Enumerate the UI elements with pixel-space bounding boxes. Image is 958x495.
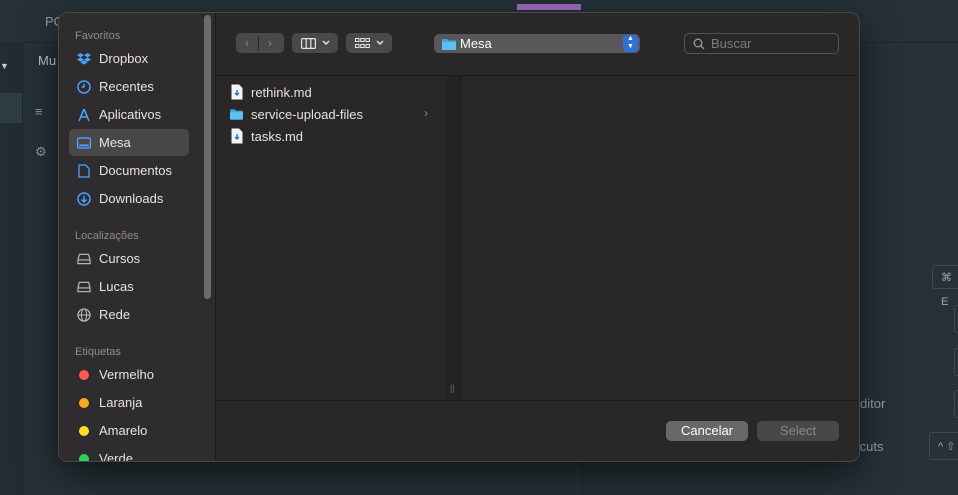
- file-name: rethink.md: [251, 84, 312, 100]
- yellow-tag-dot: [79, 425, 89, 436]
- select-button[interactable]: Select: [757, 421, 839, 441]
- sidebar-item-label: Recentes: [99, 79, 154, 94]
- dialog-sidebar: Favoritos Dropbox Recentes Aplicativos M…: [59, 13, 216, 461]
- background-setting-label: ditor: [860, 396, 886, 411]
- background-side-label: Mu: [38, 53, 57, 68]
- search-placeholder: Buscar: [711, 36, 752, 51]
- sidebar-item-tag-vermelho[interactable]: Vermelho: [69, 361, 189, 388]
- group-by-button[interactable]: [346, 33, 392, 53]
- desktop-icon: [77, 136, 91, 150]
- clock-icon: [77, 79, 91, 94]
- sidebar-item-tag-verde[interactable]: Verde: [69, 445, 189, 462]
- green-tag-dot: [79, 453, 89, 461]
- shortcut-key[interactable]: ^ ⇧: [929, 432, 958, 460]
- sidebar-item-rede[interactable]: Rede: [69, 301, 189, 328]
- navigation-buttons: ‹ ›: [236, 33, 284, 53]
- sidebar-item-label: Cursos: [99, 251, 141, 266]
- file-name: tasks.md: [251, 128, 304, 144]
- chevron-down-icon: [376, 40, 384, 46]
- folder-icon: [230, 106, 243, 122]
- markdown-file-icon: [230, 128, 243, 144]
- back-button[interactable]: ‹: [236, 33, 258, 53]
- background-input[interactable]: [954, 348, 958, 376]
- search-icon: [693, 37, 705, 55]
- column-resize-handle[interactable]: ||: [446, 76, 461, 399]
- section-title-tags: Etiquetas: [75, 346, 121, 358]
- sidebar-item-tag-laranja[interactable]: Laranja: [69, 389, 189, 416]
- drive-icon: [77, 252, 91, 266]
- sidebar-item-aplicativos[interactable]: Aplicativos: [69, 101, 189, 128]
- caret-down-icon[interactable]: ▼: [0, 61, 9, 71]
- sidebar-item-documentos[interactable]: Documentos: [69, 157, 189, 184]
- chevron-right-icon: ›: [424, 106, 428, 120]
- sidebar-scrollbar[interactable]: [204, 15, 211, 299]
- file-column: [216, 76, 447, 399]
- folder-icon: [442, 37, 456, 55]
- sidebar-item-label: Laranja: [99, 395, 143, 410]
- orange-tag-dot: [79, 397, 89, 408]
- sidebar-item-label: Downloads: [99, 191, 164, 206]
- shortcut-key[interactable]: ⌘ E: [932, 265, 958, 308]
- gear-icon[interactable]: ⚙: [35, 144, 47, 160]
- location-popup[interactable]: Mesa ▲ ▼: [434, 34, 640, 53]
- open-file-dialog: Favoritos Dropbox Recentes Aplicativos M…: [58, 12, 860, 462]
- red-tag-dot: [79, 369, 89, 380]
- section-title-favorites: Favoritos: [75, 30, 121, 42]
- sidebar-item-label: Dropbox: [99, 51, 149, 66]
- columns-view-icon: [301, 37, 316, 49]
- sidebar-item-dropbox[interactable]: Dropbox: [69, 45, 189, 72]
- sidebar-item-label: Vermelho: [99, 367, 154, 382]
- preview-column: [461, 76, 859, 399]
- search-field[interactable]: Buscar: [684, 33, 839, 54]
- network-icon: [77, 307, 91, 322]
- resize-grip-icon: ||: [450, 383, 455, 393]
- grid-icon: [355, 37, 370, 49]
- sidebar-item-label: Documentos: [99, 163, 172, 178]
- list-icon[interactable]: ≡: [35, 104, 43, 119]
- sidebar-item-mesa[interactable]: Mesa: [69, 129, 189, 156]
- section-title-locations: Localizações: [75, 230, 139, 242]
- document-icon: [77, 163, 91, 178]
- file-row[interactable]: rethink.md: [230, 82, 312, 102]
- location-label: Mesa: [460, 36, 492, 51]
- sidebar-item-label: Aplicativos: [99, 107, 162, 122]
- drive-icon: [77, 280, 91, 294]
- active-tab-indicator: [517, 4, 581, 10]
- sidebar-item-label: Amarelo: [99, 423, 148, 438]
- forward-button[interactable]: ›: [259, 33, 281, 53]
- sidebar-item-recentes[interactable]: Recentes: [69, 73, 189, 100]
- sidebar-item-label: Rede: [99, 307, 131, 322]
- view-mode-button[interactable]: [292, 33, 338, 53]
- markdown-file-icon: [230, 84, 243, 100]
- applications-icon: [77, 108, 91, 122]
- sidebar-item-label: Verde: [99, 451, 133, 462]
- sidebar-item-lucas[interactable]: Lucas: [69, 273, 189, 300]
- sidebar-item-label: Lucas: [99, 279, 134, 294]
- stepper-icon: ▲ ▼: [623, 35, 638, 52]
- folder-row[interactable]: service-upload-files: [230, 104, 363, 124]
- dialog-toolbar: ‹ › Mesa ▲ ▼ Buscar: [216, 13, 859, 76]
- chevron-down-icon: [322, 40, 330, 46]
- sidebar-item-tag-amarelo[interactable]: Amarelo: [69, 417, 189, 444]
- sidebar-item-cursos[interactable]: Cursos: [69, 245, 189, 272]
- background-input[interactable]: [954, 390, 958, 418]
- sidebar-item-label: Mesa: [99, 135, 131, 150]
- background-selected-row: [0, 93, 22, 123]
- folder-name: service-upload-files: [251, 106, 363, 122]
- file-row[interactable]: tasks.md: [230, 126, 303, 146]
- sidebar-item-downloads[interactable]: Downloads: [69, 185, 189, 212]
- background-input[interactable]: [954, 305, 958, 333]
- dropbox-icon: [77, 52, 91, 66]
- download-icon: [77, 191, 91, 206]
- cancel-button[interactable]: Cancelar: [666, 421, 748, 441]
- dialog-footer: Cancelar Select: [216, 400, 859, 461]
- background-setting-label: tcuts: [856, 439, 884, 454]
